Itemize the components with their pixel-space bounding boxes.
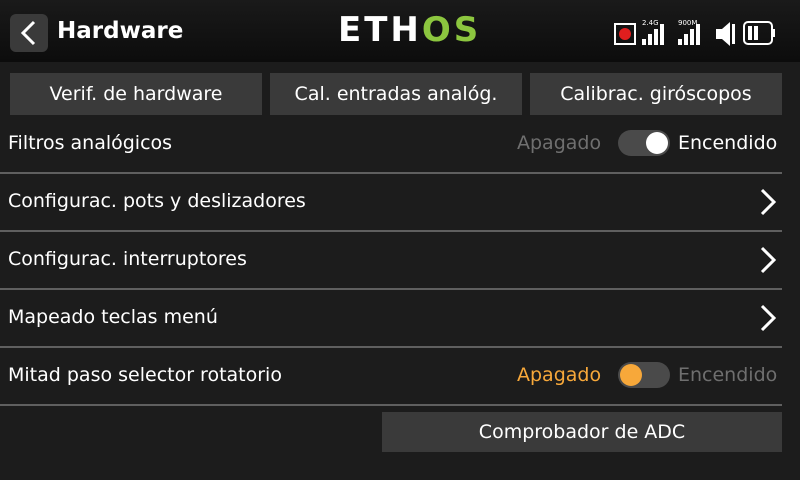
- chevron-right-icon: [760, 246, 777, 274]
- chevron-right-icon: [760, 304, 777, 332]
- ethos-logo: ETHOS: [338, 10, 482, 50]
- back-button[interactable]: [10, 14, 48, 52]
- page-title: Hardware: [57, 18, 184, 44]
- rotary-half-step-off-label: Apagado: [517, 364, 602, 386]
- analog-filters-label: Filtros analógicos: [8, 132, 173, 154]
- signal-2-4g-icon: 2.4G: [642, 19, 664, 45]
- volume-icon: [716, 22, 735, 46]
- analog-filters-on-label: Encendido: [678, 132, 778, 154]
- record-icon: [614, 23, 636, 45]
- row-menu-keys[interactable]: Mapeado teclas menú: [0, 289, 782, 348]
- row-pots-sliders[interactable]: Configurac. pots y deslizadores: [0, 173, 782, 232]
- hardware-check-button[interactable]: Verif. de hardware: [10, 73, 262, 115]
- analog-filters-off-label: Apagado: [517, 132, 602, 154]
- switches-label: Configurac. interruptores: [8, 248, 247, 270]
- rotary-half-step-label: Mitad paso selector rotatorio: [8, 364, 282, 386]
- row-rotary-half-step: Mitad paso selector rotatorio Apagado En…: [0, 347, 782, 406]
- signal-900m-icon: 900M: [678, 19, 700, 45]
- rf-900-label: 900M: [678, 19, 697, 27]
- rf-24-label: 2.4G: [642, 19, 659, 27]
- header-bar: Hardware ETHOS 2.4G 900M: [0, 0, 800, 62]
- toggle-knob: [620, 364, 642, 386]
- rotary-half-step-toggle[interactable]: [618, 362, 670, 388]
- battery-icon: [743, 21, 775, 45]
- toggle-knob: [646, 132, 668, 154]
- status-area: 2.4G 900M: [610, 14, 790, 48]
- chevron-right-icon: [760, 188, 777, 216]
- pots-sliders-label: Configurac. pots y deslizadores: [8, 190, 306, 212]
- adc-checker-button[interactable]: Comprobador de ADC: [382, 412, 782, 452]
- chevron-left-icon: [20, 20, 36, 46]
- analog-calibration-button[interactable]: Cal. entradas analóg.: [270, 73, 522, 115]
- gyro-calibration-button[interactable]: Calibrac. giróscopos: [530, 73, 782, 115]
- row-switches[interactable]: Configurac. interruptores: [0, 231, 782, 290]
- menu-keys-label: Mapeado teclas menú: [8, 306, 218, 328]
- analog-filters-toggle[interactable]: [618, 130, 670, 156]
- rotary-half-step-on-label: Encendido: [678, 364, 778, 386]
- row-analog-filters: Filtros analógicos Apagado Encendido: [0, 115, 782, 174]
